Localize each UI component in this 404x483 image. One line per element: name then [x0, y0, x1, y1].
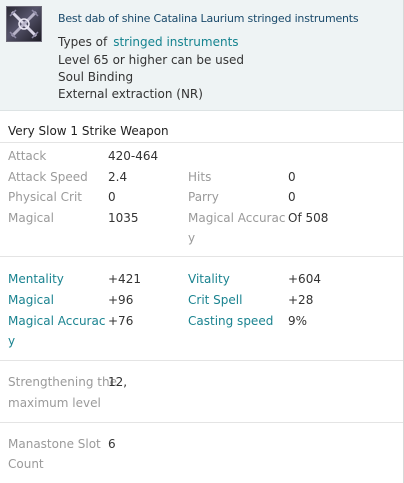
enchant-max-label: Strengthening the — [8, 375, 117, 389]
magical-value: 1035 — [108, 211, 139, 225]
extraction-status: External extraction (NR) — [58, 87, 203, 101]
bonus-magical-accuracy-value: +76 — [108, 314, 134, 328]
physical-crit-label: Physical Crit — [8, 190, 82, 204]
divider — [0, 422, 403, 423]
enchant-max-value: 12, — [108, 375, 128, 389]
weapon-speed: Very Slow 1 Strike Weapon — [8, 124, 169, 138]
magical-accuracy-value: Of 508 — [288, 211, 329, 225]
manastone-slot-label: Manastone Slot — [8, 437, 101, 451]
divider — [0, 360, 403, 361]
item-name: Best dab of shine Catalina Laurium strin… — [58, 12, 359, 25]
vitality-value: +604 — [288, 272, 321, 286]
item-tooltip: Best dab of shine Catalina Laurium strin… — [0, 0, 404, 483]
attack-speed-value: 2.4 — [108, 170, 128, 184]
level-requirement: Level 65 or higher can be used — [58, 53, 244, 67]
divider — [0, 256, 403, 257]
hits-value: 0 — [288, 170, 296, 184]
bonus-magical-accuracy-label: Magical Accurac — [8, 314, 106, 328]
item-type-prefix: Types of — [58, 35, 108, 49]
item-type: Types of stringed instruments — [58, 35, 239, 49]
crossed-weapon-icon — [6, 6, 42, 42]
casting-speed-label: Casting speed — [188, 314, 274, 328]
bonus-magical-label: Magical — [8, 293, 54, 307]
magical-accuracy-label-wrap: y — [188, 231, 196, 245]
mentality-value: +421 — [108, 272, 141, 286]
crit-spell-label: Crit Spell — [188, 293, 243, 307]
parry-label: Parry — [188, 190, 219, 204]
hits-label: Hits — [188, 170, 212, 184]
manastone-slot-label-wrap: Count — [8, 457, 44, 471]
attack-value: 420-464 — [108, 149, 159, 163]
divider — [0, 142, 403, 143]
item-type-link[interactable]: stringed instruments — [113, 35, 238, 49]
bonus-magical-accuracy-label-wrap: y — [8, 334, 16, 348]
casting-speed-value: 9% — [288, 314, 308, 328]
crit-spell-value: +28 — [288, 293, 314, 307]
manastone-slot-value: 6 — [108, 437, 116, 451]
item-header: Best dab of shine Catalina Laurium strin… — [0, 0, 403, 111]
parry-value: 0 — [288, 190, 296, 204]
attack-label: Attack — [8, 149, 47, 163]
bonus-magical-value: +96 — [108, 293, 134, 307]
attack-speed-label: Attack Speed — [8, 170, 88, 184]
vitality-label: Vitality — [188, 272, 230, 286]
physical-crit-value: 0 — [108, 190, 116, 204]
mentality-label: Mentality — [8, 272, 64, 286]
enchant-max-label-wrap: maximum level — [8, 396, 101, 410]
binding-status: Soul Binding — [58, 70, 134, 84]
magical-accuracy-label: Magical Accurac — [188, 211, 286, 225]
magical-label: Magical — [8, 211, 54, 225]
